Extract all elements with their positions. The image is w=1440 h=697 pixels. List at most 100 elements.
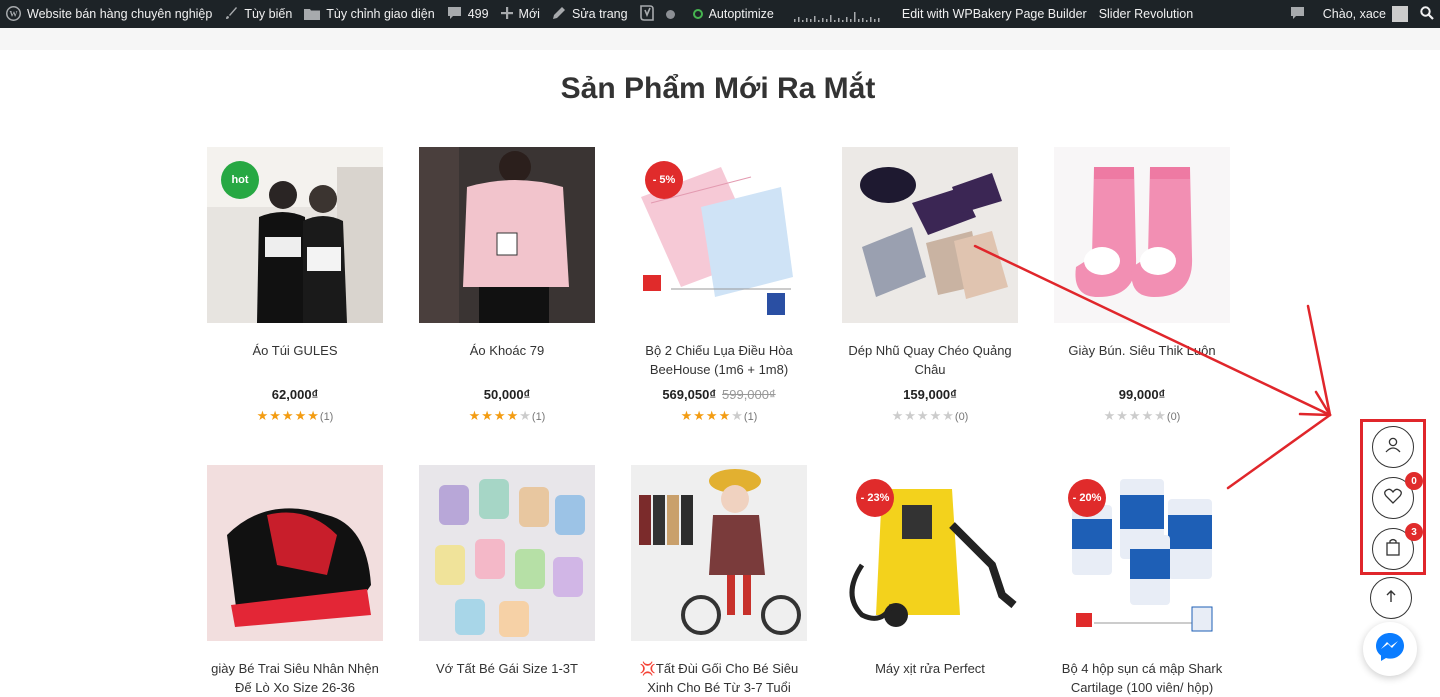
seo-score-dot [665,9,675,19]
discount-badge: - 23% [856,479,894,517]
product-image[interactable]: - 20% [1054,465,1230,641]
stars-empty: ★★★★★ [891,408,955,423]
folder-icon [304,7,321,22]
product-name[interactable]: Dép Nhũ Quay Chéo Quảng Châu [842,341,1018,379]
rating-count: (0) [954,411,969,423]
comments-count: 499 [467,7,489,21]
stars-empty: ★★★★★ [1103,408,1167,423]
customize-theme-link[interactable]: Tùy chỉnh giao diện [298,0,440,28]
bag-icon [1385,538,1401,561]
header-band [0,28,1440,50]
greeting-label: Chào, xace [1322,7,1386,21]
customize-link[interactable]: Tùy biến [218,0,298,28]
account-button[interactable] [1372,426,1414,468]
back-to-top-button[interactable] [1370,577,1412,619]
discount-badge: - 5% [645,161,683,199]
product-card[interactable]: Áo Khoác 79 50,000₫ ★★★★★(1) [419,147,595,424]
comments-toggle[interactable] [1284,0,1317,28]
product-image[interactable] [842,147,1018,323]
product-image[interactable] [207,465,383,641]
product-image[interactable] [419,465,595,641]
heart-icon [1384,488,1402,509]
rating-count: (1) [531,411,546,423]
cart-count-badge: 3 [1405,523,1423,541]
my-account-menu[interactable]: Chào, xace [1317,0,1414,28]
site-name-link[interactable]: W Website bán hàng chuyên nghiệp [0,0,218,28]
slider-revolution-label: Slider Revolution [1098,7,1194,21]
comment-icon [447,6,462,22]
current-price: 99,000₫ [1118,387,1166,402]
pencil-icon [552,6,566,22]
section-title: Sản Phẩm Mới Ra Mắt [560,72,876,105]
edit-page-link[interactable]: Sửa trang [546,0,634,28]
stats-sparkline[interactable] [780,0,894,28]
product-name[interactable]: 💢Tất Đùi Gối Cho Bé Siêu Xinh Cho Bé Từ … [631,659,807,697]
product-price: 50,000₫ [419,387,595,402]
product-image[interactable]: - 5% [631,147,807,323]
new-content-label: Mới [518,7,540,21]
current-price: 50,000₫ [483,387,531,402]
product-image[interactable] [419,147,595,323]
product-name[interactable]: Vớ Tất Bé Gái Size 1-3T [419,659,595,697]
product-card[interactable]: - 20% Bộ 4 hộp sụn cá mập Shark Cartilag… [1054,465,1230,697]
discount-badge: - 20% [1068,479,1106,517]
autoptimize-link[interactable]: Autoptimize [687,0,780,28]
product-card[interactable]: Dép Nhũ Quay Chéo Quảng Châu 159,000₫ ★★… [842,147,1018,424]
wishlist-button[interactable]: 0 [1372,472,1423,519]
wpbakery-link[interactable]: Edit with WPBakery Page Builder [896,0,1093,28]
messenger-chat-button[interactable] [1363,622,1417,676]
product-card[interactable]: - 23% Máy xịt rửa Perfect [842,465,1018,697]
arrow-up-icon [1385,589,1397,608]
product-name[interactable]: Giày Bún. Siêu Thik Luôn [1054,341,1230,379]
cart-button[interactable]: 3 [1372,523,1423,570]
stars-empty: ★ [731,408,744,423]
edit-page-label: Sửa trang [571,7,628,21]
product-name[interactable]: giày Bé Trai Siêu Nhân Nhện Đế Lò Xo Siz… [207,659,383,697]
admin-search-button[interactable] [1414,0,1440,28]
product-price: 569,050₫ 599,000₫ [631,387,807,402]
site-name-label: Website bán hàng chuyên nghiệp [27,7,213,21]
comments-link[interactable]: 499 [441,0,495,28]
wordpress-icon: W [6,5,21,23]
product-price: 99,000₫ [1054,387,1230,402]
yoast-menu[interactable] [634,0,687,28]
old-price: 599,000₫ [722,387,776,402]
slider-revolution-link[interactable]: Slider Revolution [1093,0,1200,28]
product-image[interactable]: - 23% [842,465,1018,641]
autoptimize-status-icon [692,9,703,19]
product-name[interactable]: Máy xịt rửa Perfect [842,659,1018,697]
stats-sparkline-icon [793,12,880,22]
search-icon [1420,5,1434,23]
star-rating: ★★★★★(0) [842,408,1018,424]
product-image[interactable]: hot [207,147,383,323]
product-name[interactable]: Bộ 4 hộp sụn cá mập Shark Cartilage (100… [1054,659,1230,697]
customize-label: Tùy biến [244,7,293,21]
product-price: 159,000₫ [842,387,1018,402]
stars-filled: ★★★★★ [256,408,320,423]
product-card[interactable]: Giày Bún. Siêu Thik Luôn 99,000₫ ★★★★★(0… [1054,147,1230,424]
current-price: 62,000₫ [271,387,319,402]
yoast-icon [639,5,654,23]
product-name[interactable]: Bộ 2 Chiếu Lụa Điều Hòa BeeHouse (1m6 + … [631,341,807,379]
product-card[interactable]: - 5% Bộ 2 Chiếu Lụa Điều Hòa BeeHouse (1… [631,147,807,424]
speech-bubble-icon [1290,6,1305,22]
hot-badge: hot [221,161,259,199]
product-name[interactable]: Áo Khoác 79 [419,341,595,379]
rating-count: (1) [743,411,758,423]
product-card[interactable]: Vớ Tất Bé Gái Size 1-3T [419,465,595,697]
rating-count: (0) [1166,411,1181,423]
product-image[interactable] [631,465,807,641]
product-card[interactable]: 💢Tất Đùi Gối Cho Bé Siêu Xinh Cho Bé Từ … [631,465,807,697]
new-content-link[interactable]: Mới [495,0,546,28]
plus-icon [500,7,513,21]
star-rating: ★★★★★(1) [419,408,595,424]
product-card[interactable]: hot Áo Túi GULES 62,000₫ ★★★★★(1) [207,147,383,424]
user-icon [1384,436,1402,459]
product-image[interactable] [1054,147,1230,323]
product-card[interactable]: giày Bé Trai Siêu Nhân Nhện Đế Lò Xo Siz… [207,465,383,697]
star-rating: ★★★★★(1) [207,408,383,424]
wp-admin-bar: W Website bán hàng chuyên nghiệp Tùy biế… [0,0,1440,28]
star-rating: ★★★★★(0) [1054,408,1230,424]
product-name[interactable]: Áo Túi GULES [207,341,383,379]
stars-filled: ★★★★ [680,408,732,423]
